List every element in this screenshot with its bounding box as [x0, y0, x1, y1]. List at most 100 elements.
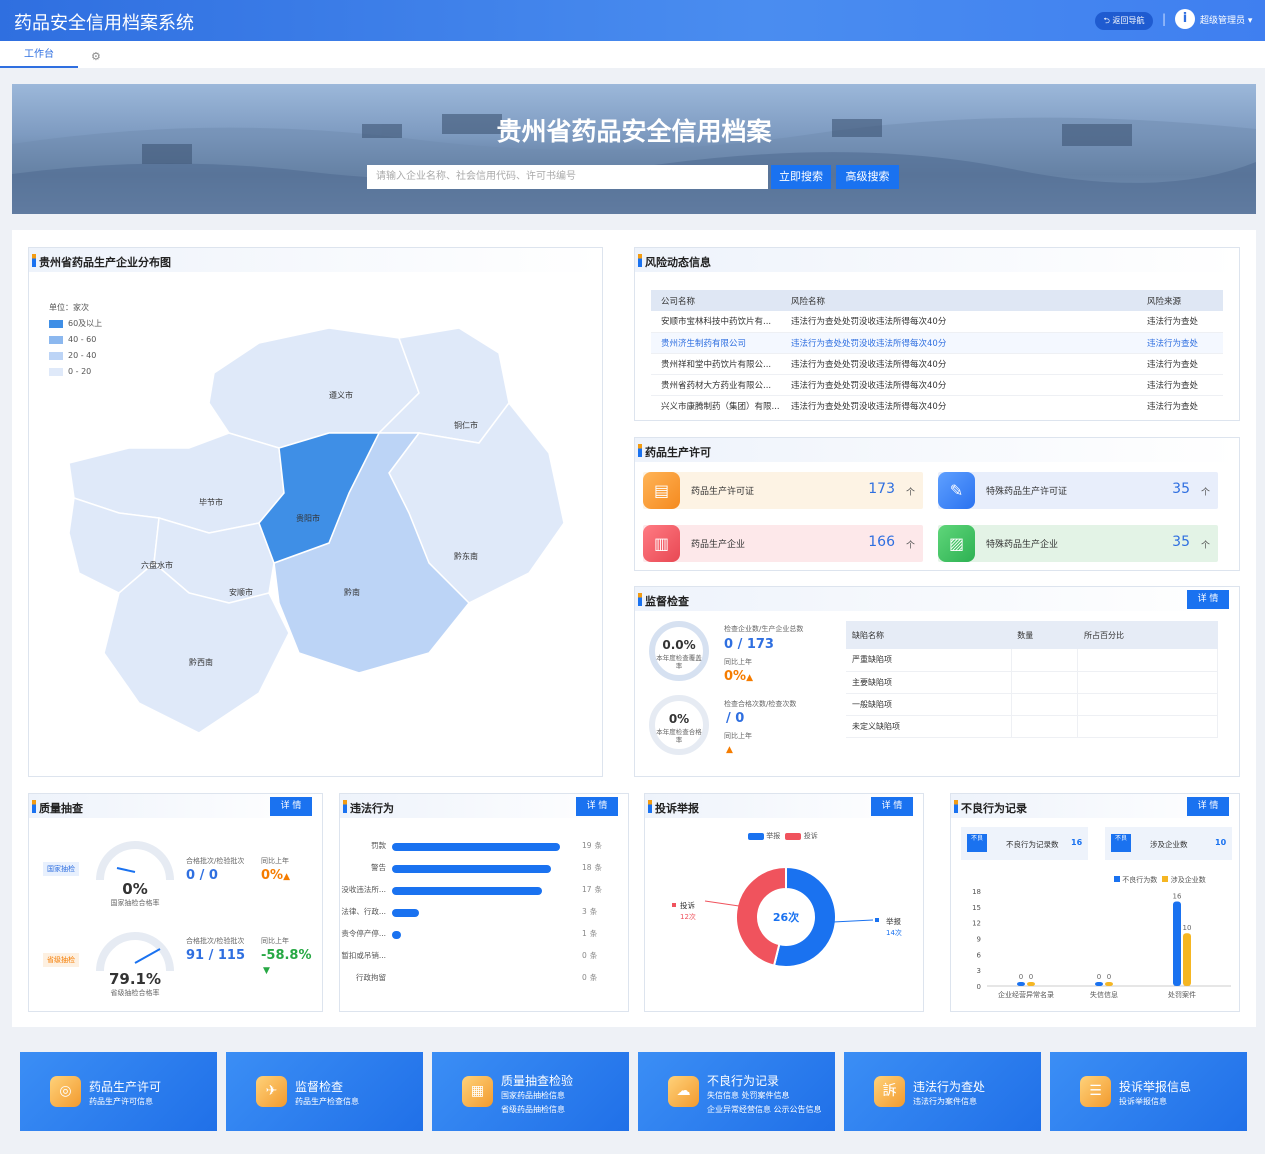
y-tick-label: 0: [977, 983, 981, 991]
divider: |: [1162, 12, 1167, 26]
bad-record-detail-button[interactable]: 详 情: [1187, 797, 1229, 816]
seal-icon: ◎: [50, 1076, 81, 1107]
quick-link-title: 不良行为记录: [707, 1074, 780, 1088]
quick-link-sub: 省级药品抽检信息: [501, 1105, 565, 1114]
quality-detail-button[interactable]: 详 情: [270, 797, 312, 816]
license-card[interactable]: ▨ 特殊药品生产企业 35 个: [938, 525, 1218, 562]
down-arrow-icon: ▼: [263, 966, 270, 976]
pie-value: 12次: [680, 912, 696, 921]
table-row[interactable]: 兴义市康腾制药（集团）有限... 违法行为查处处罚没收违法所得每次40分 违法行为查…: [651, 395, 1223, 410]
search-button[interactable]: 立即搜索: [771, 165, 831, 189]
plane-icon: ✈: [256, 1076, 287, 1107]
table-row[interactable]: 贵州济生制药有限公司 违法行为查处处罚没收违法所得每次40分 违法行为查处: [651, 332, 1223, 354]
list-icon: ☰: [1080, 1076, 1111, 1107]
leader-line: [704, 900, 740, 907]
up-arrow-icon: ▲: [283, 872, 290, 882]
bar[interactable]: [392, 843, 560, 851]
bar-track: [392, 953, 577, 961]
bar[interactable]: [1173, 901, 1181, 986]
stat-label: 不良行为记录数: [1006, 840, 1059, 849]
quick-link-5[interactable]: 訴违法行为查处 违法行为案件信息: [844, 1052, 1041, 1131]
quick-link-3[interactable]: ▦ 质量抽查检验 国家药品抽检信息 省级药品抽检信息: [432, 1052, 629, 1131]
y-tick-label: 18: [972, 888, 981, 896]
illegal-bar-chart[interactable]: 罚款 19 条警告 18 条没收违法所... 17 条法律、行政... 3 条责令停产停... 1…: [340, 840, 630, 990]
x-tick-label: 企业经营异常名录: [998, 990, 1054, 999]
pass-label: 检查合格次数/检查次数: [724, 700, 797, 708]
risk-panel-header: 风险动态信息: [635, 248, 1239, 272]
quick-link-sub: 投诉举报信息: [1119, 1097, 1167, 1106]
tab-workbench[interactable]: 工作台: [0, 41, 78, 68]
bar-label: 没收违法所...: [341, 885, 386, 894]
advanced-search-button[interactable]: 高级搜索: [836, 165, 899, 189]
avatar[interactable]: i: [1175, 9, 1195, 29]
guizhou-map[interactable]: 遵义市 铜仁市 毕节市 贵阳市 黔东南 六盘水市 安顺市 黔南 黔西南: [29, 273, 604, 778]
back-nav-button[interactable]: ⮌ 返回导航: [1095, 12, 1153, 30]
table-header: 缺陷名称 数量 所占百分比: [846, 621, 1218, 649]
table-row[interactable]: 严重缺陷项: [846, 649, 1218, 672]
bar[interactable]: [392, 887, 543, 895]
quick-link-6[interactable]: ☰ 投诉举报信息 投诉举报信息: [1050, 1052, 1247, 1131]
inspection-detail-button[interactable]: 详 情: [1187, 590, 1229, 609]
table-row[interactable]: 主要缺陷项: [846, 671, 1218, 694]
bar-track: [392, 887, 577, 895]
bad-record-bar-chart[interactable]: 18151296300 0企业经营异常名录0 0失信信息1610处罚案件: [951, 886, 1241, 1006]
bar-track: [392, 975, 577, 983]
record-icon: 不良: [1111, 834, 1131, 852]
province-caption: 省级抽检合格率: [110, 989, 160, 997]
bar[interactable]: [1105, 982, 1113, 986]
label-marker: [672, 903, 676, 907]
city-label: 贵阳市: [296, 513, 320, 523]
city-label: 毕节市: [199, 497, 223, 507]
bar[interactable]: [1183, 933, 1191, 986]
complaint-detail-button[interactable]: 详 情: [871, 797, 913, 816]
table-row[interactable]: 贵州祥和堂中药饮片有限公... 违法行为查处处罚没收违法所得每次40分 违法行为查处: [651, 353, 1223, 375]
bar[interactable]: [1095, 982, 1103, 986]
license-card[interactable]: ✎ 特殊药品生产许可证 35 个: [938, 472, 1218, 509]
table-row[interactable]: 贵州省药材大方药业有限公... 违法行为查处处罚没收违法所得每次40分 违法行为查处: [651, 374, 1223, 396]
quick-link-2[interactable]: ✈ 监督检查 药品生产检查信息: [226, 1052, 423, 1131]
gear-icon[interactable]: ⚙: [91, 50, 101, 63]
bar-row: 没收违法所... 17 条: [340, 884, 630, 896]
pass-ring: 0% 本年度检查合格率: [649, 695, 709, 755]
bar-value: 19 条: [582, 841, 603, 850]
search-input[interactable]: 请输入企业名称、社会信用代码、许可书编号: [367, 165, 768, 189]
bar-track: [392, 843, 577, 851]
illegal-detail-button[interactable]: 详 情: [576, 797, 618, 816]
quick-link-title: 质量抽查检验: [501, 1074, 574, 1088]
quick-link-title: 监督检查: [295, 1080, 344, 1094]
bar-value: 0: [1107, 973, 1111, 981]
bar-value: 18 条: [582, 863, 603, 872]
card-label: 药品生产企业: [691, 540, 746, 550]
x-tick-label: 失信信息: [1090, 990, 1118, 999]
bar-label: 法律、行政...: [341, 907, 386, 916]
license-card[interactable]: ▥ 药品生产企业 166 个: [643, 525, 923, 562]
complaint-donut-chart[interactable]: 26次 举报 14次 投诉 12次: [645, 839, 925, 1009]
bar[interactable]: [1017, 982, 1025, 986]
bar-label: 罚款: [371, 841, 386, 850]
bar-value: 0条: [582, 973, 598, 982]
pass-count: / 0: [726, 711, 745, 726]
table-row[interactable]: 一般缺陷项: [846, 693, 1218, 716]
inspection-panel: 监督检查 详 情 0.0% 本年度检查覆盖率 检查企业数/生产企业总数 0 / 17…: [634, 586, 1240, 777]
risk-table-wrap[interactable]: 公司名称 风险名称 风险来源 安顺市宝林科技中药饮片有... 违法行为查处处罚没收违法…: [651, 290, 1223, 410]
quick-link-sub: 企业异常经营信息 公示公告信息: [707, 1105, 822, 1114]
quick-link-title: 违法行为查处: [913, 1080, 986, 1094]
x-tick-label: 处罚案件: [1168, 990, 1196, 999]
bar-track: [392, 865, 577, 873]
table-row[interactable]: 安顺市宝林科技中药饮片有... 违法行为查处处罚没收违法所得每次40分 违法行为查处: [651, 311, 1223, 333]
quick-link-4[interactable]: ☁ 不良行为记录 失信信息 处罚案件信息 企业异常经营信息 公示公告信息: [638, 1052, 835, 1131]
quality-title: 质量抽查: [39, 802, 83, 815]
table-row[interactable]: 未定义缺陷项: [846, 715, 1218, 738]
bar[interactable]: [392, 931, 401, 939]
license-card[interactable]: ▤ 药品生产许可证 173 个: [643, 472, 923, 509]
user-menu[interactable]: 超级管理员 ▾: [1200, 13, 1252, 26]
bar[interactable]: [1027, 982, 1035, 986]
quick-link-title: 药品生产许可: [89, 1080, 162, 1094]
bar[interactable]: [392, 909, 419, 917]
illegal-title: 违法行为: [350, 802, 394, 815]
y-tick-label: 3: [977, 967, 981, 975]
bar[interactable]: [392, 865, 552, 873]
quick-link-1[interactable]: ◎ 药品生产许可 药品生产许可信息: [20, 1052, 217, 1131]
stat-value: 16: [1071, 838, 1083, 847]
bar-track: [392, 931, 577, 939]
